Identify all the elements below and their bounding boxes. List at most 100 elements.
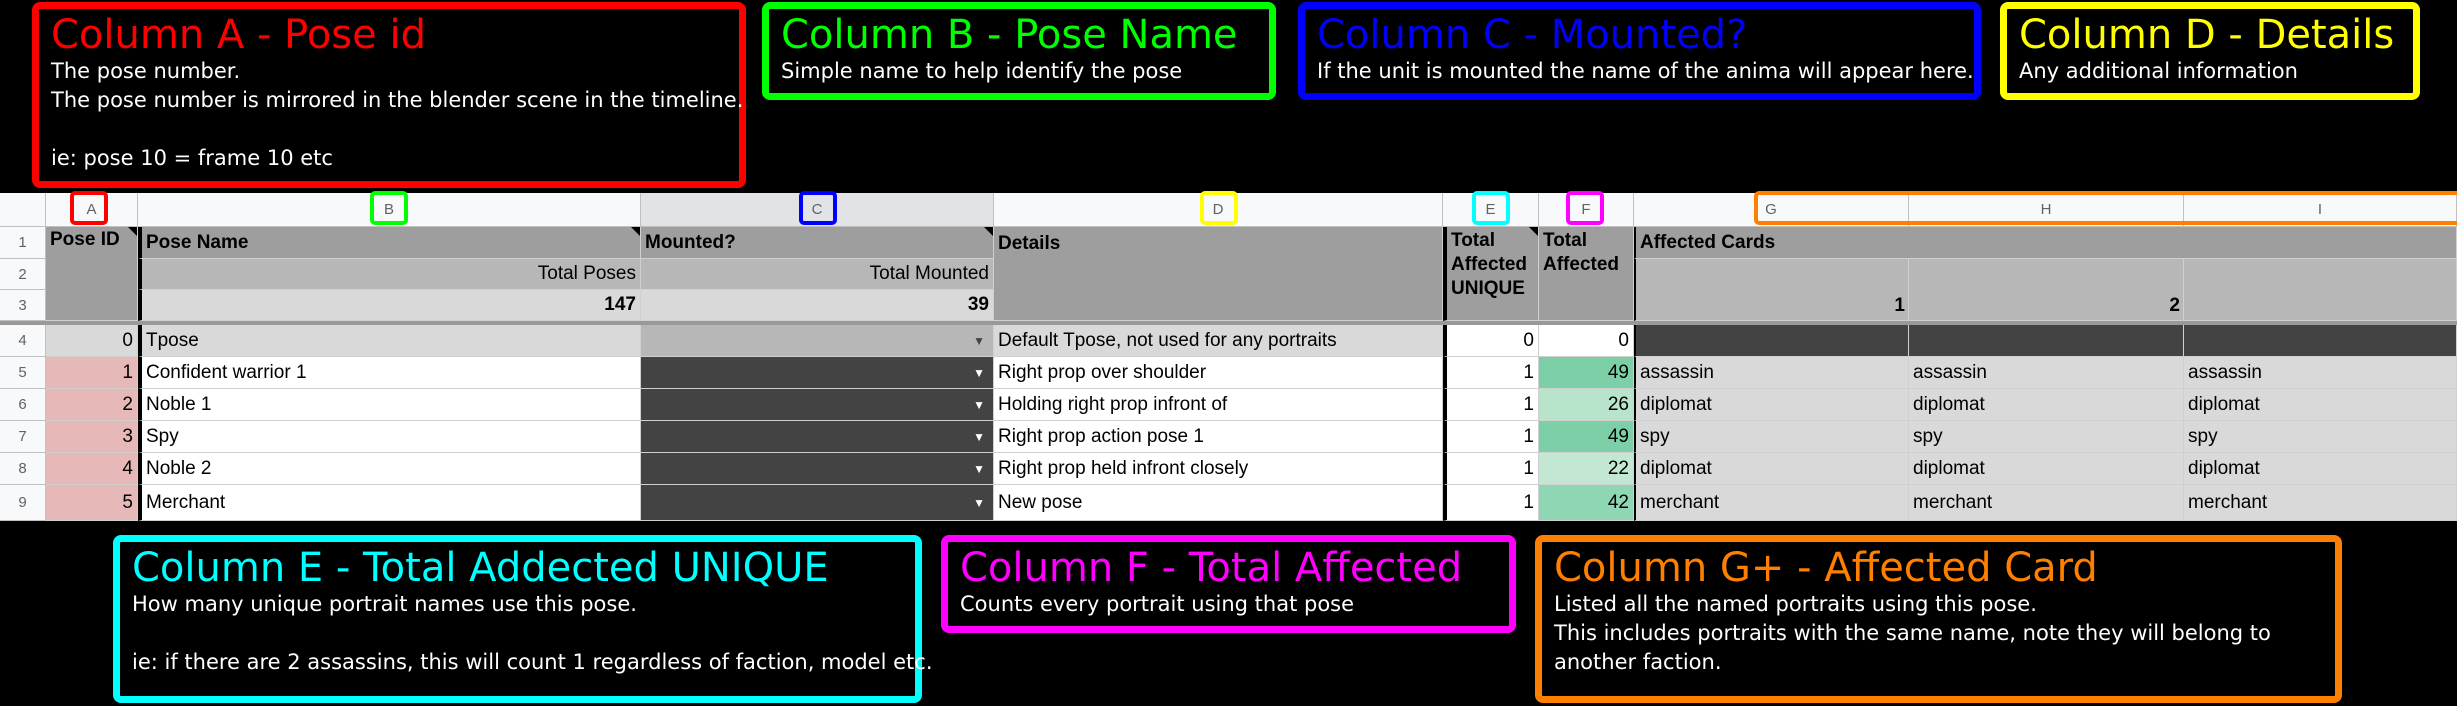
pose-name-cell[interactable]: Noble 1 bbox=[138, 389, 641, 421]
details-cell[interactable]: Holding right prop infront of bbox=[994, 389, 1443, 421]
cell-text: assassin bbox=[1640, 361, 1714, 383]
dropdown-arrow-icon[interactable]: ▼ bbox=[973, 334, 985, 348]
affected-card-cell[interactable]: spy bbox=[1634, 421, 1909, 453]
affected-card-cell[interactable]: spy bbox=[2184, 421, 2457, 453]
header-total-affected[interactable]: Total Affected bbox=[1539, 227, 1634, 321]
affected-card-cell[interactable]: diplomat bbox=[1909, 453, 2184, 485]
header-mounted[interactable]: Mounted? bbox=[641, 227, 994, 259]
pose-name-cell[interactable]: Tpose bbox=[138, 325, 641, 357]
mounted-dropdown[interactable]: ▼ bbox=[641, 453, 994, 485]
row-header-1[interactable]: 1 bbox=[0, 227, 46, 259]
callout-title: Column A - Pose id bbox=[51, 12, 426, 58]
cell-text: assassin bbox=[2188, 361, 2262, 383]
unique-count-cell[interactable]: 1 bbox=[1443, 357, 1539, 389]
pose-id-cell[interactable]: 3 bbox=[46, 421, 138, 453]
header-details[interactable]: Details bbox=[994, 227, 1443, 321]
affected-card-cell[interactable]: merchant bbox=[1909, 485, 2184, 521]
row-header-2[interactable]: 2 bbox=[0, 259, 46, 290]
affected-card-cell[interactable]: diplomat bbox=[2184, 453, 2457, 485]
pose-name-cell[interactable]: Spy bbox=[138, 421, 641, 453]
cell-text: Confident warrior 1 bbox=[146, 361, 307, 383]
card-index-1[interactable]: 1 bbox=[1634, 290, 1909, 321]
dropdown-arrow-icon[interactable]: ▼ bbox=[973, 366, 985, 380]
details-cell[interactable]: Default Tpose, not used for any portrait… bbox=[994, 325, 1443, 357]
index-text: 1 bbox=[1894, 294, 1905, 316]
pose-id-cell[interactable]: 2 bbox=[46, 389, 138, 421]
column-b-marker bbox=[370, 191, 408, 225]
dropdown-arrow-icon[interactable]: ▼ bbox=[973, 462, 985, 476]
dropdown-arrow-icon[interactable]: ▼ bbox=[973, 430, 985, 444]
row-number: 8 bbox=[18, 460, 27, 477]
unique-count-cell[interactable]: 0 bbox=[1443, 325, 1539, 357]
row-header-7[interactable]: 7 bbox=[0, 421, 46, 453]
cell-text: 1 bbox=[1523, 361, 1534, 383]
affected-card-cell[interactable]: merchant bbox=[1634, 485, 1909, 521]
unique-count-cell[interactable]: 1 bbox=[1443, 421, 1539, 453]
row-header-8[interactable]: 8 bbox=[0, 453, 46, 485]
affected-card-cell[interactable]: assassin bbox=[2184, 357, 2457, 389]
affected-card-cell[interactable]: assassin bbox=[1909, 357, 2184, 389]
affected-card-cell[interactable]: diplomat bbox=[1634, 453, 1909, 485]
total-poses-value[interactable]: 147 bbox=[138, 290, 641, 321]
callout-line: ie: if there are 2 assassins, this will … bbox=[132, 650, 933, 674]
row-header-9[interactable]: 9 bbox=[0, 485, 46, 521]
row-header-6[interactable]: 6 bbox=[0, 389, 46, 421]
select-all-corner[interactable] bbox=[0, 193, 46, 227]
header-pose-name[interactable]: Pose Name bbox=[138, 227, 641, 259]
affected-card-cell[interactable] bbox=[1634, 325, 1909, 357]
pose-id-cell[interactable]: 1 bbox=[46, 357, 138, 389]
mounted-dropdown[interactable]: ▼ bbox=[641, 421, 994, 453]
card-index-2[interactable]: 2 bbox=[1909, 290, 2184, 321]
cell-text: 5 bbox=[122, 491, 133, 513]
total-count-cell[interactable]: 42 bbox=[1539, 485, 1634, 521]
total-poses-label[interactable]: Total Poses bbox=[138, 259, 641, 290]
total-count-cell[interactable]: 26 bbox=[1539, 389, 1634, 421]
pose-name-cell[interactable]: Merchant bbox=[138, 485, 641, 521]
details-cell[interactable]: Right prop action pose 1 bbox=[994, 421, 1443, 453]
dropdown-arrow-icon[interactable]: ▼ bbox=[973, 398, 985, 412]
total-mounted-value[interactable]: 39 bbox=[641, 290, 994, 321]
row-header-3[interactable]: 3 bbox=[0, 290, 46, 321]
pose-name-cell[interactable]: Confident warrior 1 bbox=[138, 357, 641, 389]
details-cell[interactable]: Right prop held infront closely bbox=[994, 453, 1443, 485]
row-header-4[interactable]: 4 bbox=[0, 325, 46, 357]
cell-text: 2 bbox=[122, 393, 133, 415]
pose-id-cell[interactable]: 0 bbox=[46, 325, 138, 357]
affected-card-cell[interactable]: assassin bbox=[1634, 357, 1909, 389]
cell-text: spy bbox=[1640, 425, 1670, 447]
header-text: Total Affected bbox=[1543, 230, 1620, 275]
row-header-5[interactable]: 5 bbox=[0, 357, 46, 389]
affected-card-cell[interactable]: merchant bbox=[2184, 485, 2457, 521]
affected-card-cell[interactable]: diplomat bbox=[1909, 389, 2184, 421]
total-mounted-label[interactable]: Total Mounted bbox=[641, 259, 994, 290]
affected-card-cell[interactable] bbox=[1909, 325, 2184, 357]
unique-count-cell[interactable]: 1 bbox=[1443, 485, 1539, 521]
row-number: 1 bbox=[18, 234, 27, 251]
affected-card-cell[interactable]: diplomat bbox=[2184, 389, 2457, 421]
header-pose-id[interactable]: Pose ID bbox=[46, 227, 138, 321]
mounted-dropdown[interactable]: ▼ bbox=[641, 389, 994, 421]
details-cell[interactable]: Right prop over shoulder bbox=[994, 357, 1443, 389]
mounted-dropdown[interactable]: ▼ bbox=[641, 485, 994, 521]
header-text: Pose Name bbox=[146, 231, 249, 253]
mounted-dropdown[interactable]: ▼ bbox=[641, 325, 994, 357]
affected-card-cell[interactable]: diplomat bbox=[1634, 389, 1909, 421]
mounted-dropdown[interactable]: ▼ bbox=[641, 357, 994, 389]
affected-card-cell[interactable]: spy bbox=[1909, 421, 2184, 453]
header-affected-cards[interactable]: Affected Cards bbox=[1634, 227, 2457, 259]
total-count-cell[interactable]: 49 bbox=[1539, 357, 1634, 389]
pose-id-cell[interactable]: 4 bbox=[46, 453, 138, 485]
header-total-affected-unique[interactable]: Total Affected UNIQUE bbox=[1443, 227, 1539, 321]
pose-id-cell[interactable]: 5 bbox=[46, 485, 138, 521]
affected-card-cell[interactable] bbox=[2184, 325, 2457, 357]
dropdown-arrow-icon[interactable]: ▼ bbox=[973, 496, 985, 510]
details-cell[interactable]: New pose bbox=[994, 485, 1443, 521]
unique-count-cell[interactable]: 1 bbox=[1443, 389, 1539, 421]
total-count-cell[interactable]: 49 bbox=[1539, 421, 1634, 453]
cell-text: Noble 1 bbox=[146, 393, 212, 415]
total-count-cell[interactable]: 0 bbox=[1539, 325, 1634, 357]
total-count-cell[interactable]: 22 bbox=[1539, 453, 1634, 485]
callout-column-g: Column G+ - Affected Card Listed all the… bbox=[1535, 535, 2342, 703]
pose-name-cell[interactable]: Noble 2 bbox=[138, 453, 641, 485]
unique-count-cell[interactable]: 1 bbox=[1443, 453, 1539, 485]
